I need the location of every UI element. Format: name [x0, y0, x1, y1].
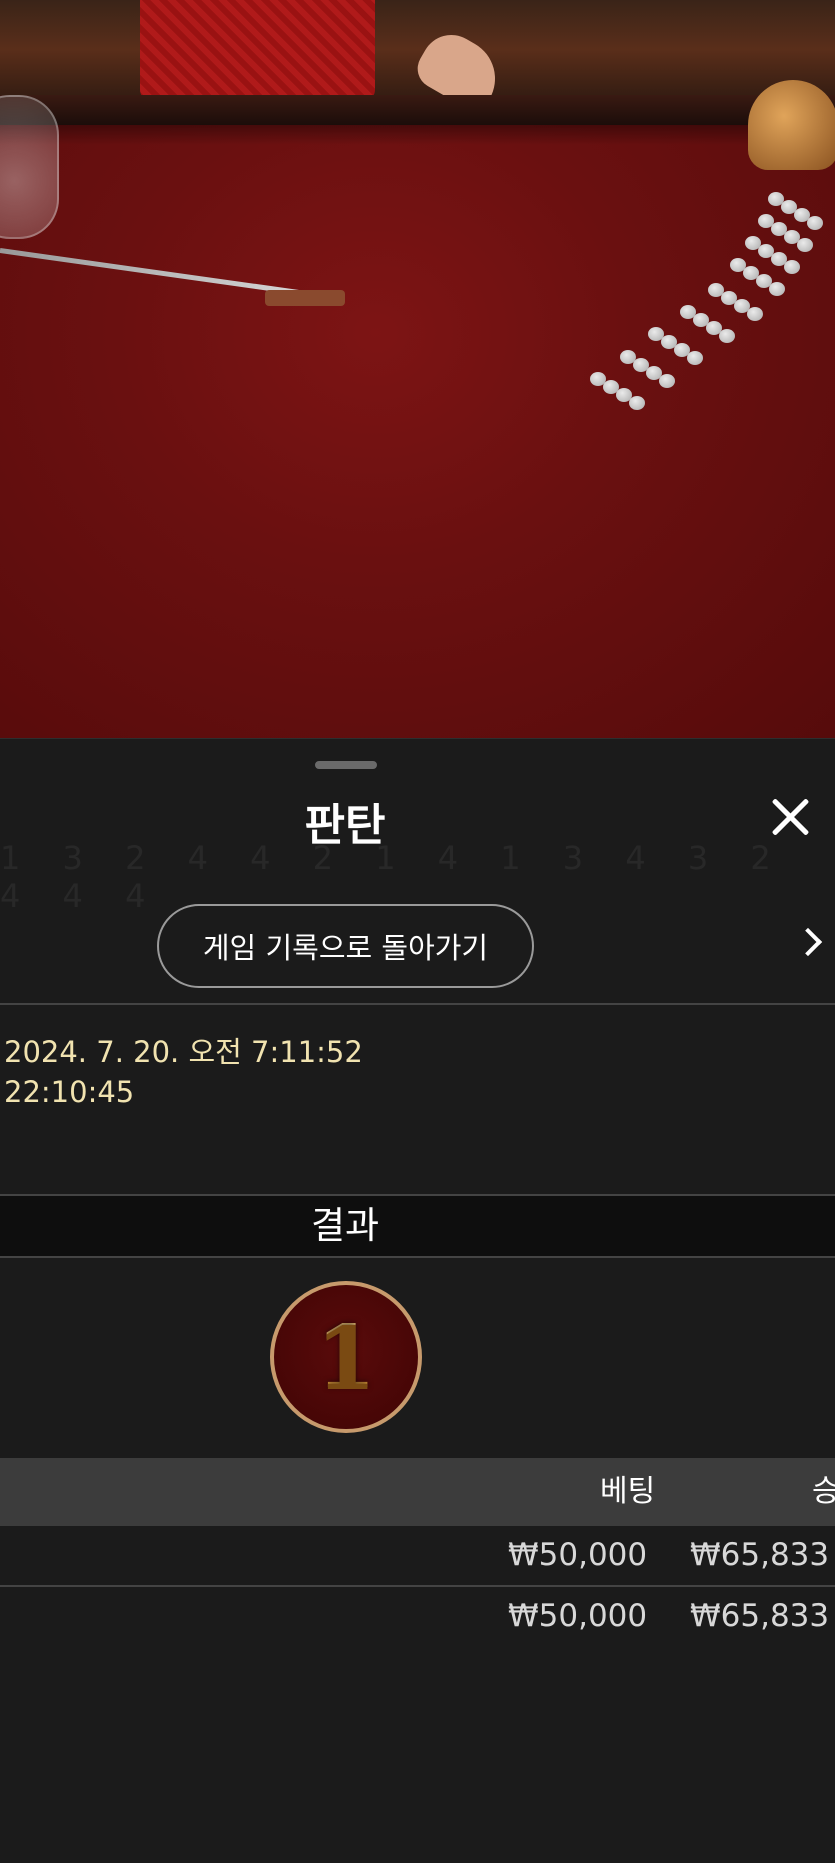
- bead: [629, 396, 645, 410]
- table-rail: [0, 95, 835, 125]
- bead-cover-dome: [0, 95, 59, 239]
- win-column-header: 승: [812, 1474, 835, 1509]
- win-amount: ₩65,833: [690, 1537, 830, 1573]
- bead: [719, 329, 735, 343]
- table-row: ₩50,000 ₩65,833: [0, 1526, 835, 1584]
- game-id: 22:10:45: [4, 1075, 135, 1109]
- bead: [659, 374, 675, 388]
- result-number: 1: [316, 1306, 376, 1408]
- bead: [687, 351, 703, 365]
- bead: [747, 307, 763, 321]
- table-row: ₩50,000 ₩65,833: [0, 1587, 835, 1645]
- bead: [797, 238, 813, 252]
- bets-table-header: 베팅 승: [0, 1458, 835, 1526]
- page-title: 판탄: [304, 800, 386, 851]
- live-video-feed: [0, 0, 835, 740]
- result-label: 결과: [310, 1204, 380, 1247]
- close-icon[interactable]: [768, 795, 812, 839]
- dealer-figure: [140, 0, 375, 100]
- brass-cup: [748, 80, 835, 170]
- back-to-history-button[interactable]: 게임 기록으로 돌아가기: [157, 904, 534, 988]
- game-date: 2024. 7. 20. 오전 7:11:52: [4, 1035, 363, 1069]
- result-badge: 1: [270, 1281, 422, 1433]
- bead: [769, 282, 785, 296]
- dealer-stick-tip: [265, 290, 345, 306]
- bet-amount: ₩50,000: [508, 1537, 648, 1573]
- game-details-sheet: 1 3 2 4 4 2 1 4 1 3 4 3 2 4 4 4 판탄 게임 기록…: [0, 738, 835, 1863]
- result-header: 결과: [0, 1194, 835, 1258]
- bead: [807, 216, 823, 230]
- bet-amount: ₩50,000: [508, 1598, 648, 1634]
- bet-column-header: 베팅: [600, 1474, 656, 1509]
- divider: [0, 1003, 835, 1005]
- win-amount: ₩65,833: [690, 1598, 830, 1634]
- chevron-right-icon[interactable]: [793, 927, 823, 957]
- sheet-drag-handle[interactable]: [315, 761, 377, 769]
- bead: [784, 260, 800, 274]
- table-backdrop: [0, 0, 835, 110]
